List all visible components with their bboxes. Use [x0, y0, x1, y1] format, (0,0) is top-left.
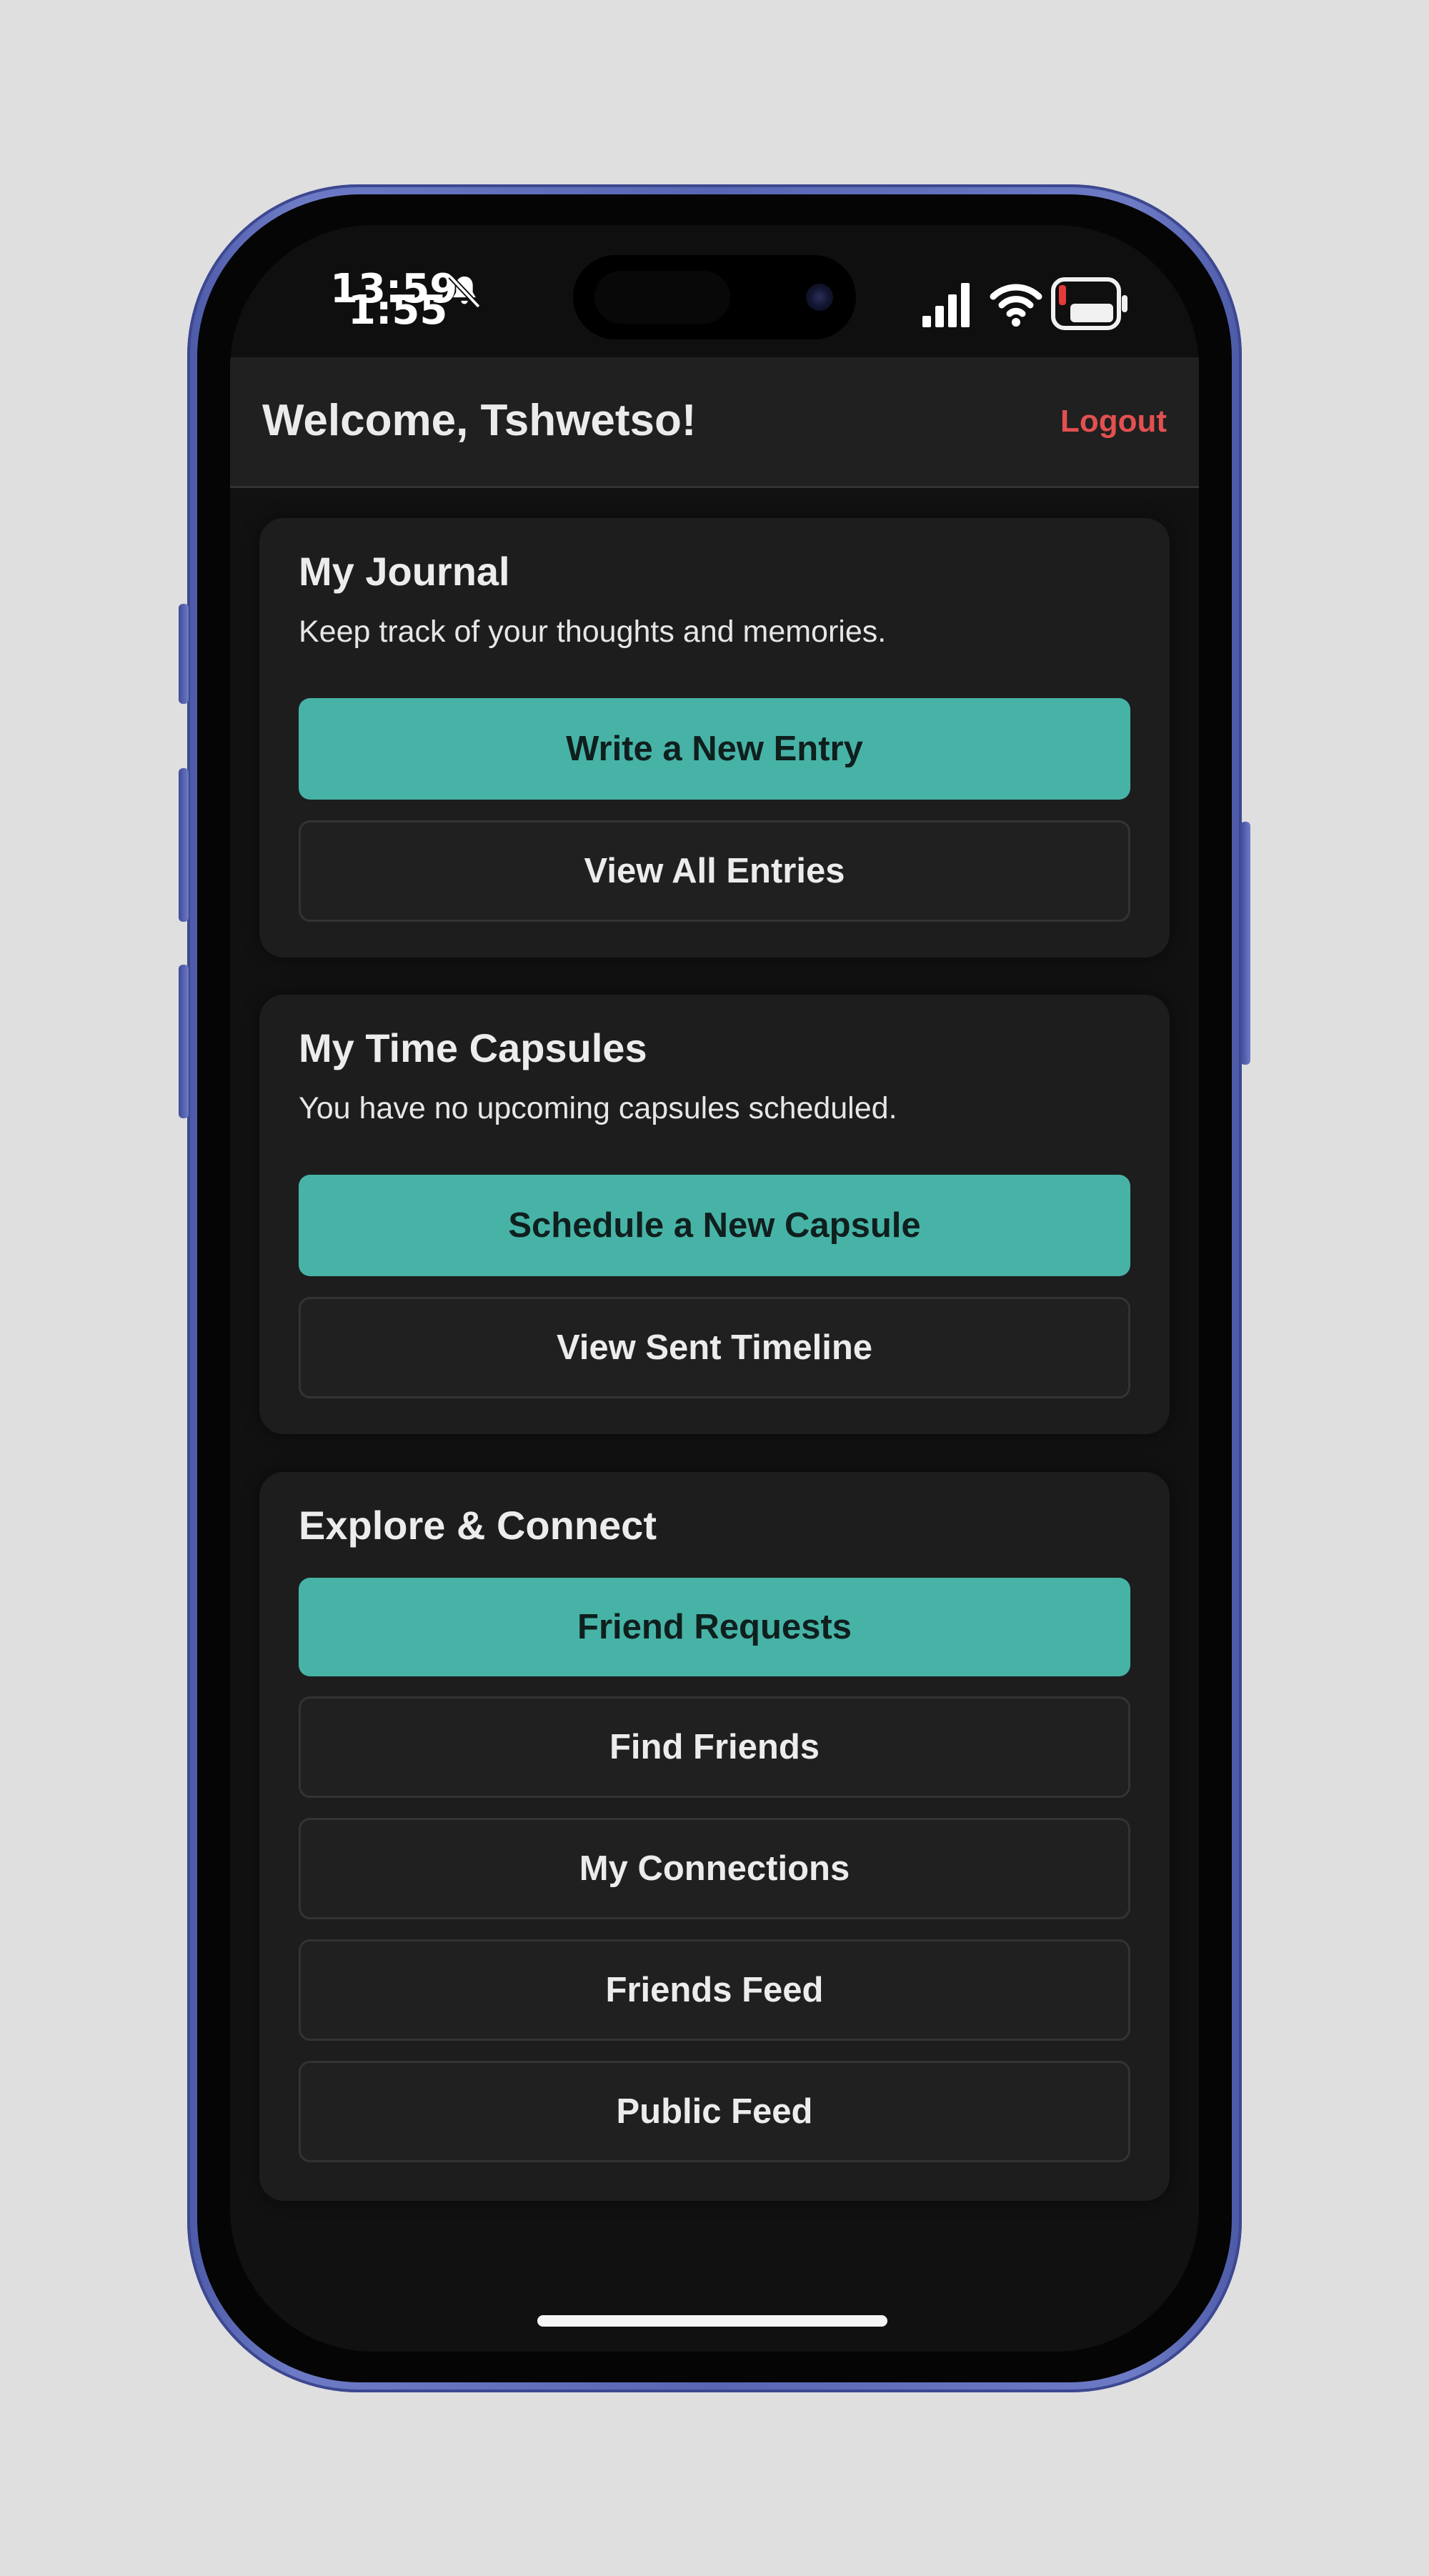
- power-button: [1240, 822, 1250, 1065]
- cellular-signal-icon: [922, 283, 970, 327]
- friends-feed-button[interactable]: Friends Feed: [299, 1939, 1130, 2041]
- public-feed-button[interactable]: Public Feed: [299, 2061, 1130, 2162]
- home-indicator[interactable]: [537, 2315, 887, 2327]
- view-sent-timeline-button[interactable]: View Sent Timeline: [299, 1297, 1130, 1398]
- my-connections-button[interactable]: My Connections: [299, 1818, 1130, 1919]
- time-capsules-subtitle: You have no upcoming capsules scheduled.: [299, 1091, 897, 1125]
- logout-button[interactable]: Logout: [1060, 402, 1167, 442]
- time-capsules-card: My Time Capsules You have no upcoming ca…: [259, 995, 1170, 1434]
- volume-down-button: [179, 965, 189, 1118]
- front-camera: [806, 284, 833, 311]
- volume-up-button: [179, 768, 189, 922]
- write-new-entry-button[interactable]: Write a New Entry: [299, 698, 1130, 800]
- journal-subtitle: Keep track of your thoughts and memories…: [299, 615, 887, 649]
- time-capsules-title: My Time Capsules: [299, 1025, 647, 1070]
- friend-requests-button[interactable]: Friend Requests: [299, 1578, 1130, 1676]
- view-all-entries-button[interactable]: View All Entries: [299, 820, 1130, 922]
- bell-slash-icon: [448, 274, 481, 309]
- journal-card: My Journal Keep track of your thoughts a…: [259, 518, 1170, 958]
- status-bar: 13:59 1:55: [230, 225, 1199, 357]
- dynamic-island: [573, 255, 856, 339]
- schedule-capsule-button[interactable]: Schedule a New Capsule: [299, 1175, 1130, 1276]
- find-friends-button[interactable]: Find Friends: [299, 1696, 1130, 1798]
- battery-low-icon: [1051, 277, 1127, 330]
- app-screen: 13:59 1:55 Welcome, Tshwetso! Logout My …: [230, 225, 1199, 2352]
- action-button: [179, 604, 189, 704]
- journal-title: My Journal: [299, 549, 510, 594]
- app-header: Welcome, Tshwetso! Logout: [230, 357, 1199, 488]
- welcome-title: Welcome, Tshwetso!: [262, 396, 697, 445]
- wifi-icon: [990, 284, 1042, 327]
- status-time-overlay: 1:55: [348, 287, 448, 334]
- explore-connect-card: Explore & Connect Friend Requests Find F…: [259, 1472, 1170, 2201]
- explore-connect-title: Explore & Connect: [299, 1503, 657, 1548]
- island-pill: [594, 271, 730, 324]
- device-stage: 13:59 1:55 Welcome, Tshwetso! Logout My …: [0, 0, 1429, 2576]
